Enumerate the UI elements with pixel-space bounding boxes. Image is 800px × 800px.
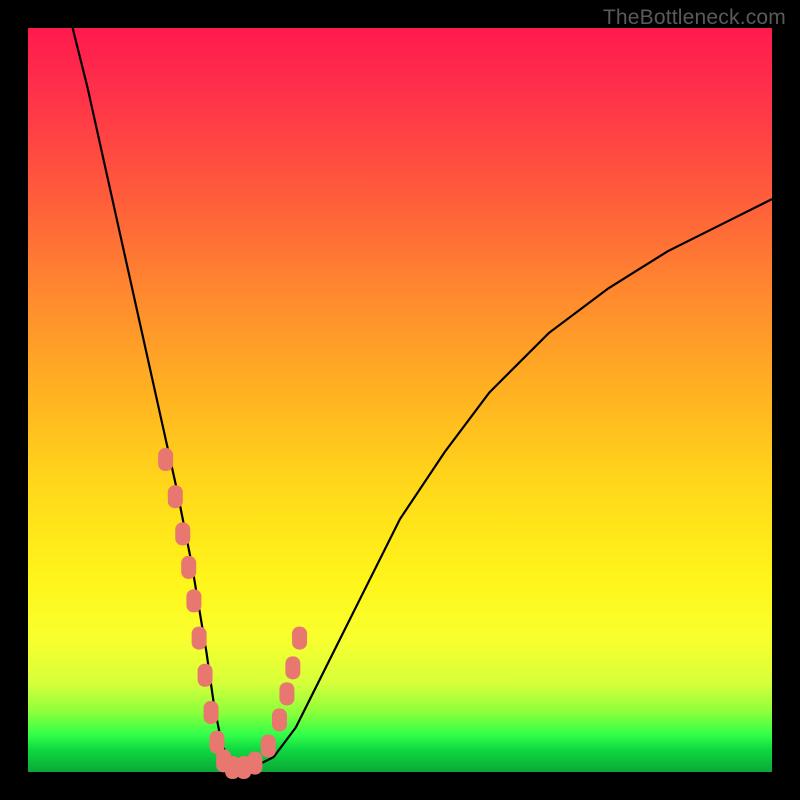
curve-marker: [261, 734, 276, 757]
curve-marker: [247, 752, 262, 775]
curve-marker: [175, 522, 190, 545]
curve-marker: [292, 627, 307, 650]
bottleneck-curve-svg: [28, 28, 772, 772]
curve-marker: [279, 682, 294, 705]
bottleneck-curve: [73, 28, 772, 768]
marker-group: [158, 448, 307, 779]
curve-marker: [158, 448, 173, 471]
curve-marker: [181, 556, 196, 579]
curve-marker: [168, 485, 183, 508]
watermark-text: TheBottleneck.com: [603, 6, 786, 30]
curve-marker: [192, 627, 207, 650]
plot-area: [28, 28, 772, 772]
curve-marker: [204, 701, 219, 724]
curve-marker: [198, 664, 213, 687]
chart-frame: TheBottleneck.com: [0, 0, 800, 800]
curve-marker: [272, 708, 287, 731]
curve-marker: [186, 589, 201, 612]
curve-marker: [285, 656, 300, 679]
